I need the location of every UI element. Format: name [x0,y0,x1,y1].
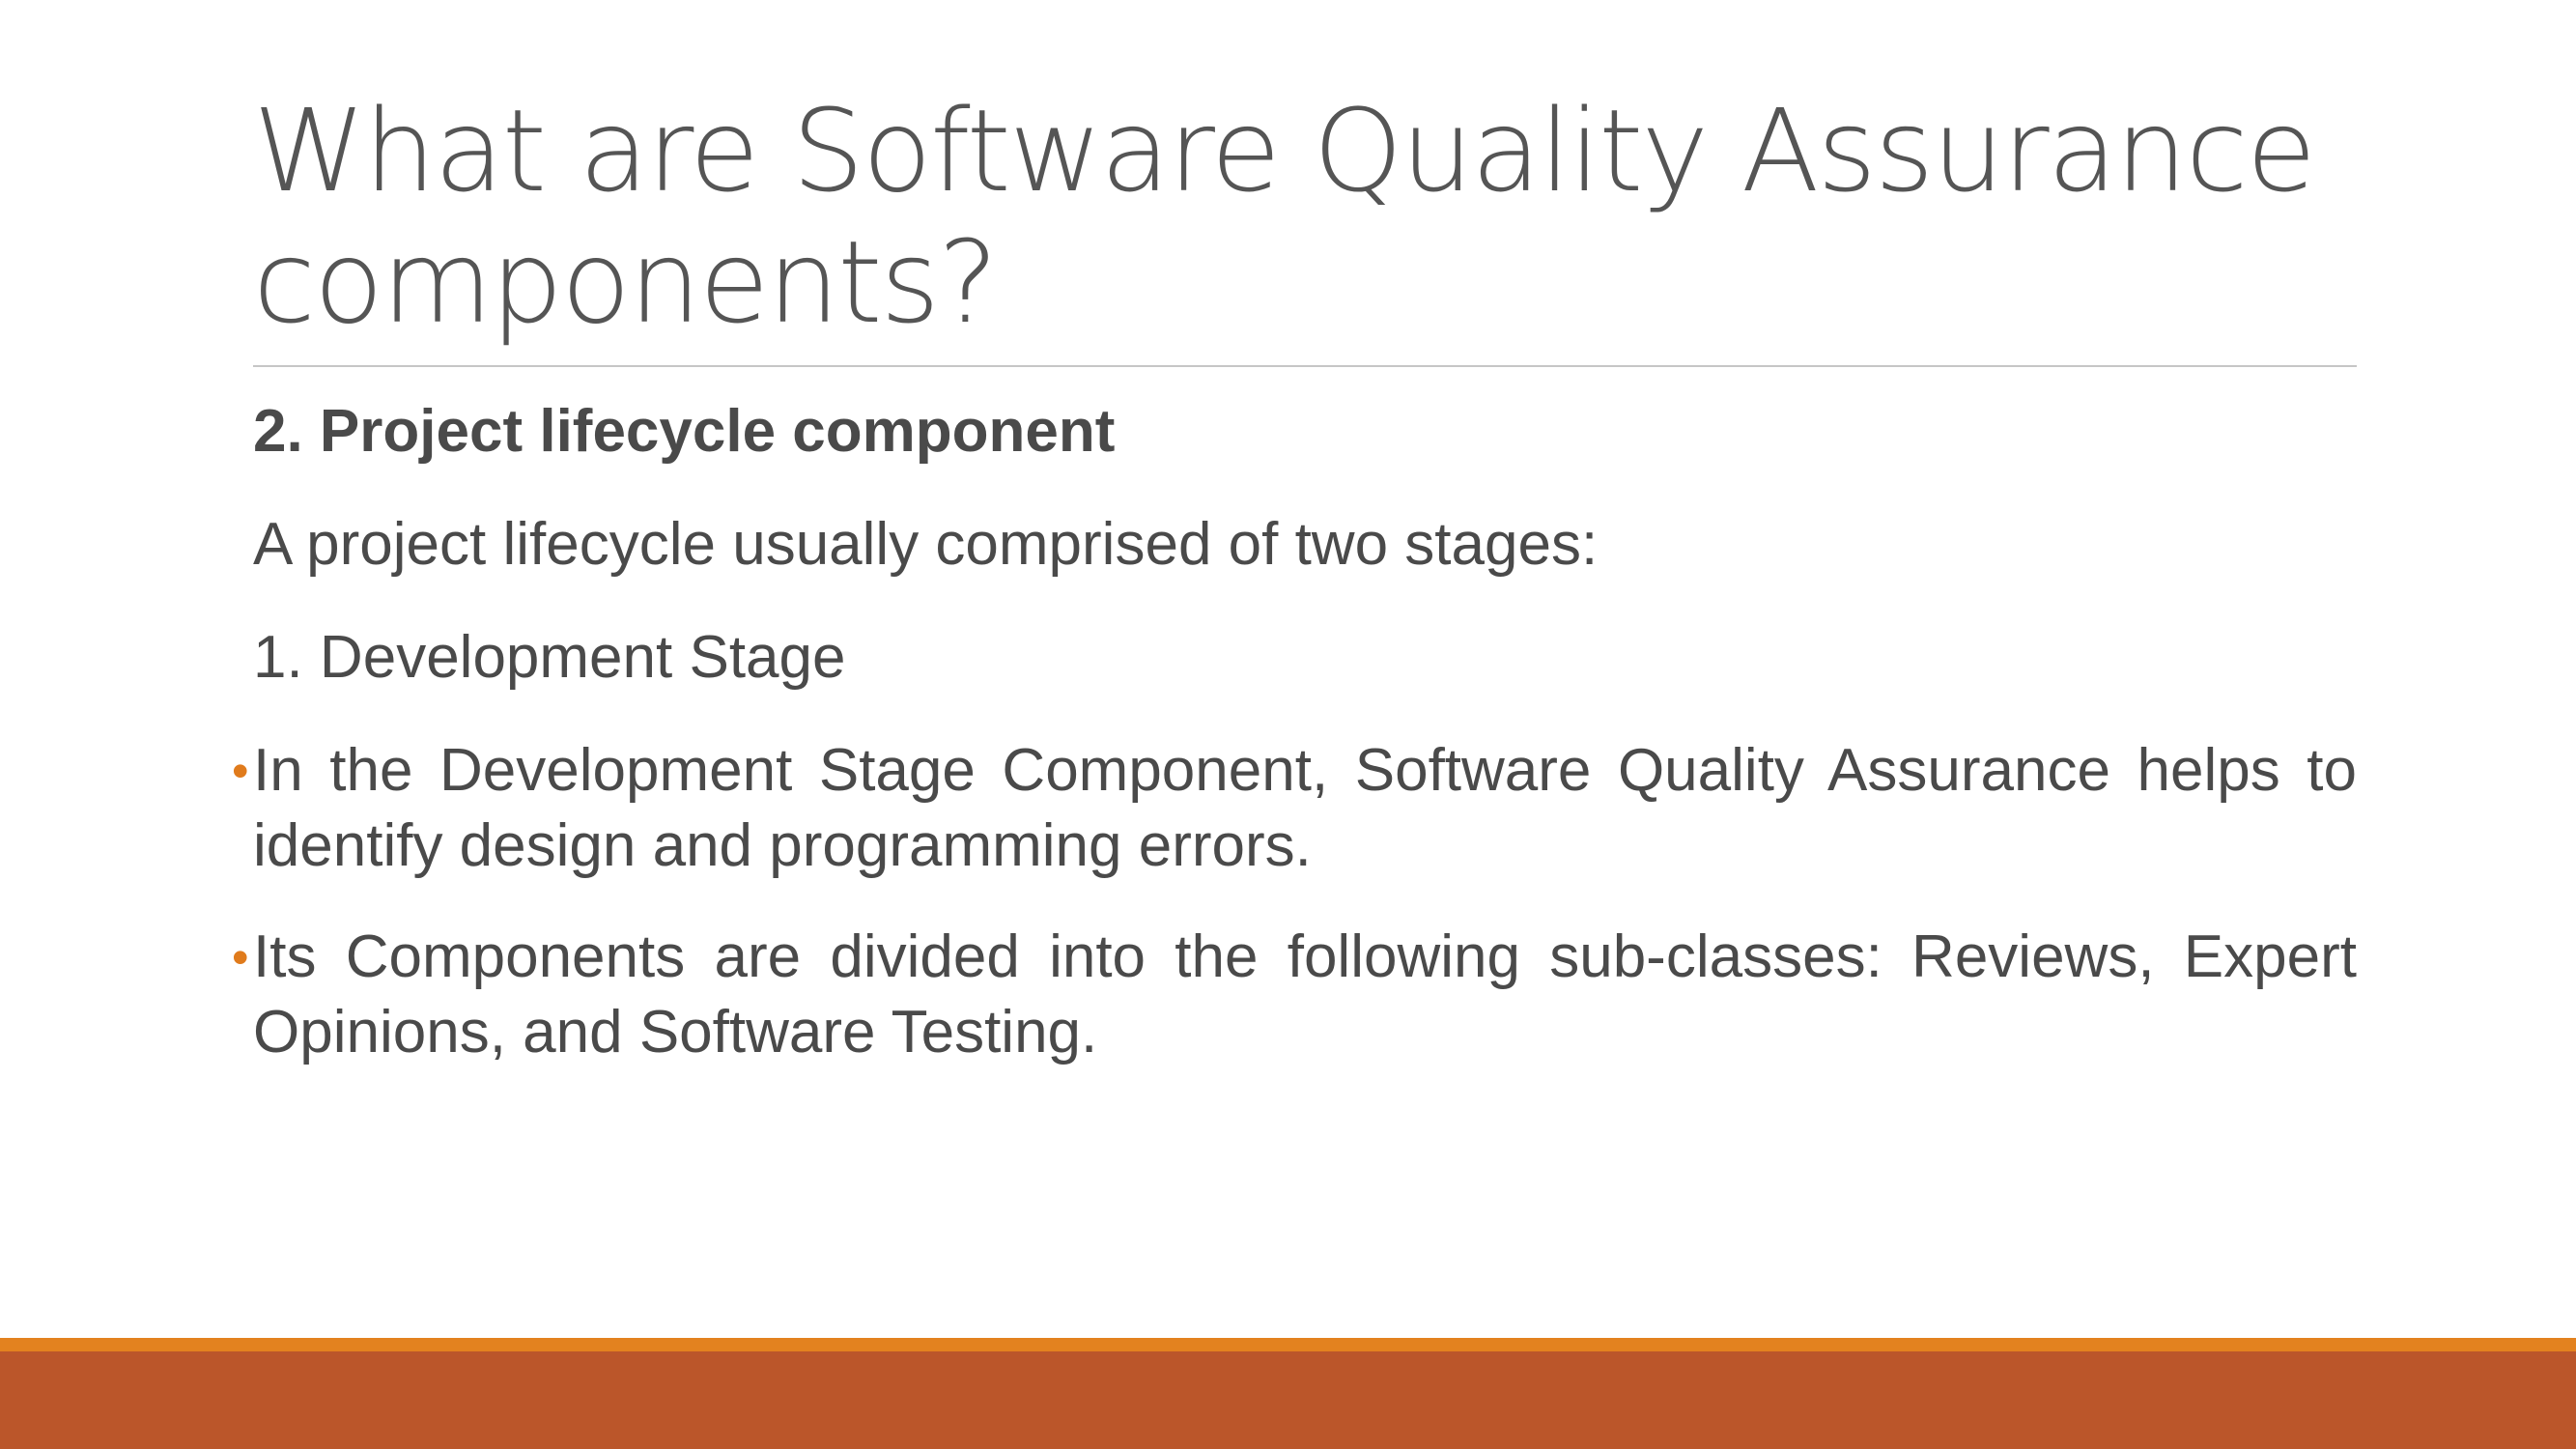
bullet-icon: • [232,744,249,798]
bullet-text: In the Development Stage Component, Soft… [253,737,2357,879]
bullet-text: Its Components are divided into the foll… [253,923,2357,1065]
intro-text: A project lifecycle usually comprised of… [253,511,1599,578]
footer-bar [0,1351,2576,1449]
slide-title: What are Software Quality Assurance comp… [253,84,2316,349]
section-heading: 2. Project lifecycle component [253,398,1116,465]
footer-accent-stripe [0,1338,2576,1351]
stage-label: 1. Development Stage [253,624,846,691]
bullet-icon: • [232,930,249,984]
slide: What are Software Quality Assurance comp… [0,0,2576,1449]
title-divider [253,365,2357,367]
bullet-item: • In the Development Stage Component, So… [232,733,2357,884]
bullet-item: • Its Components are divided into the fo… [232,920,2357,1070]
slide-body: 2. Project lifecycle component A project… [232,394,2357,1106]
